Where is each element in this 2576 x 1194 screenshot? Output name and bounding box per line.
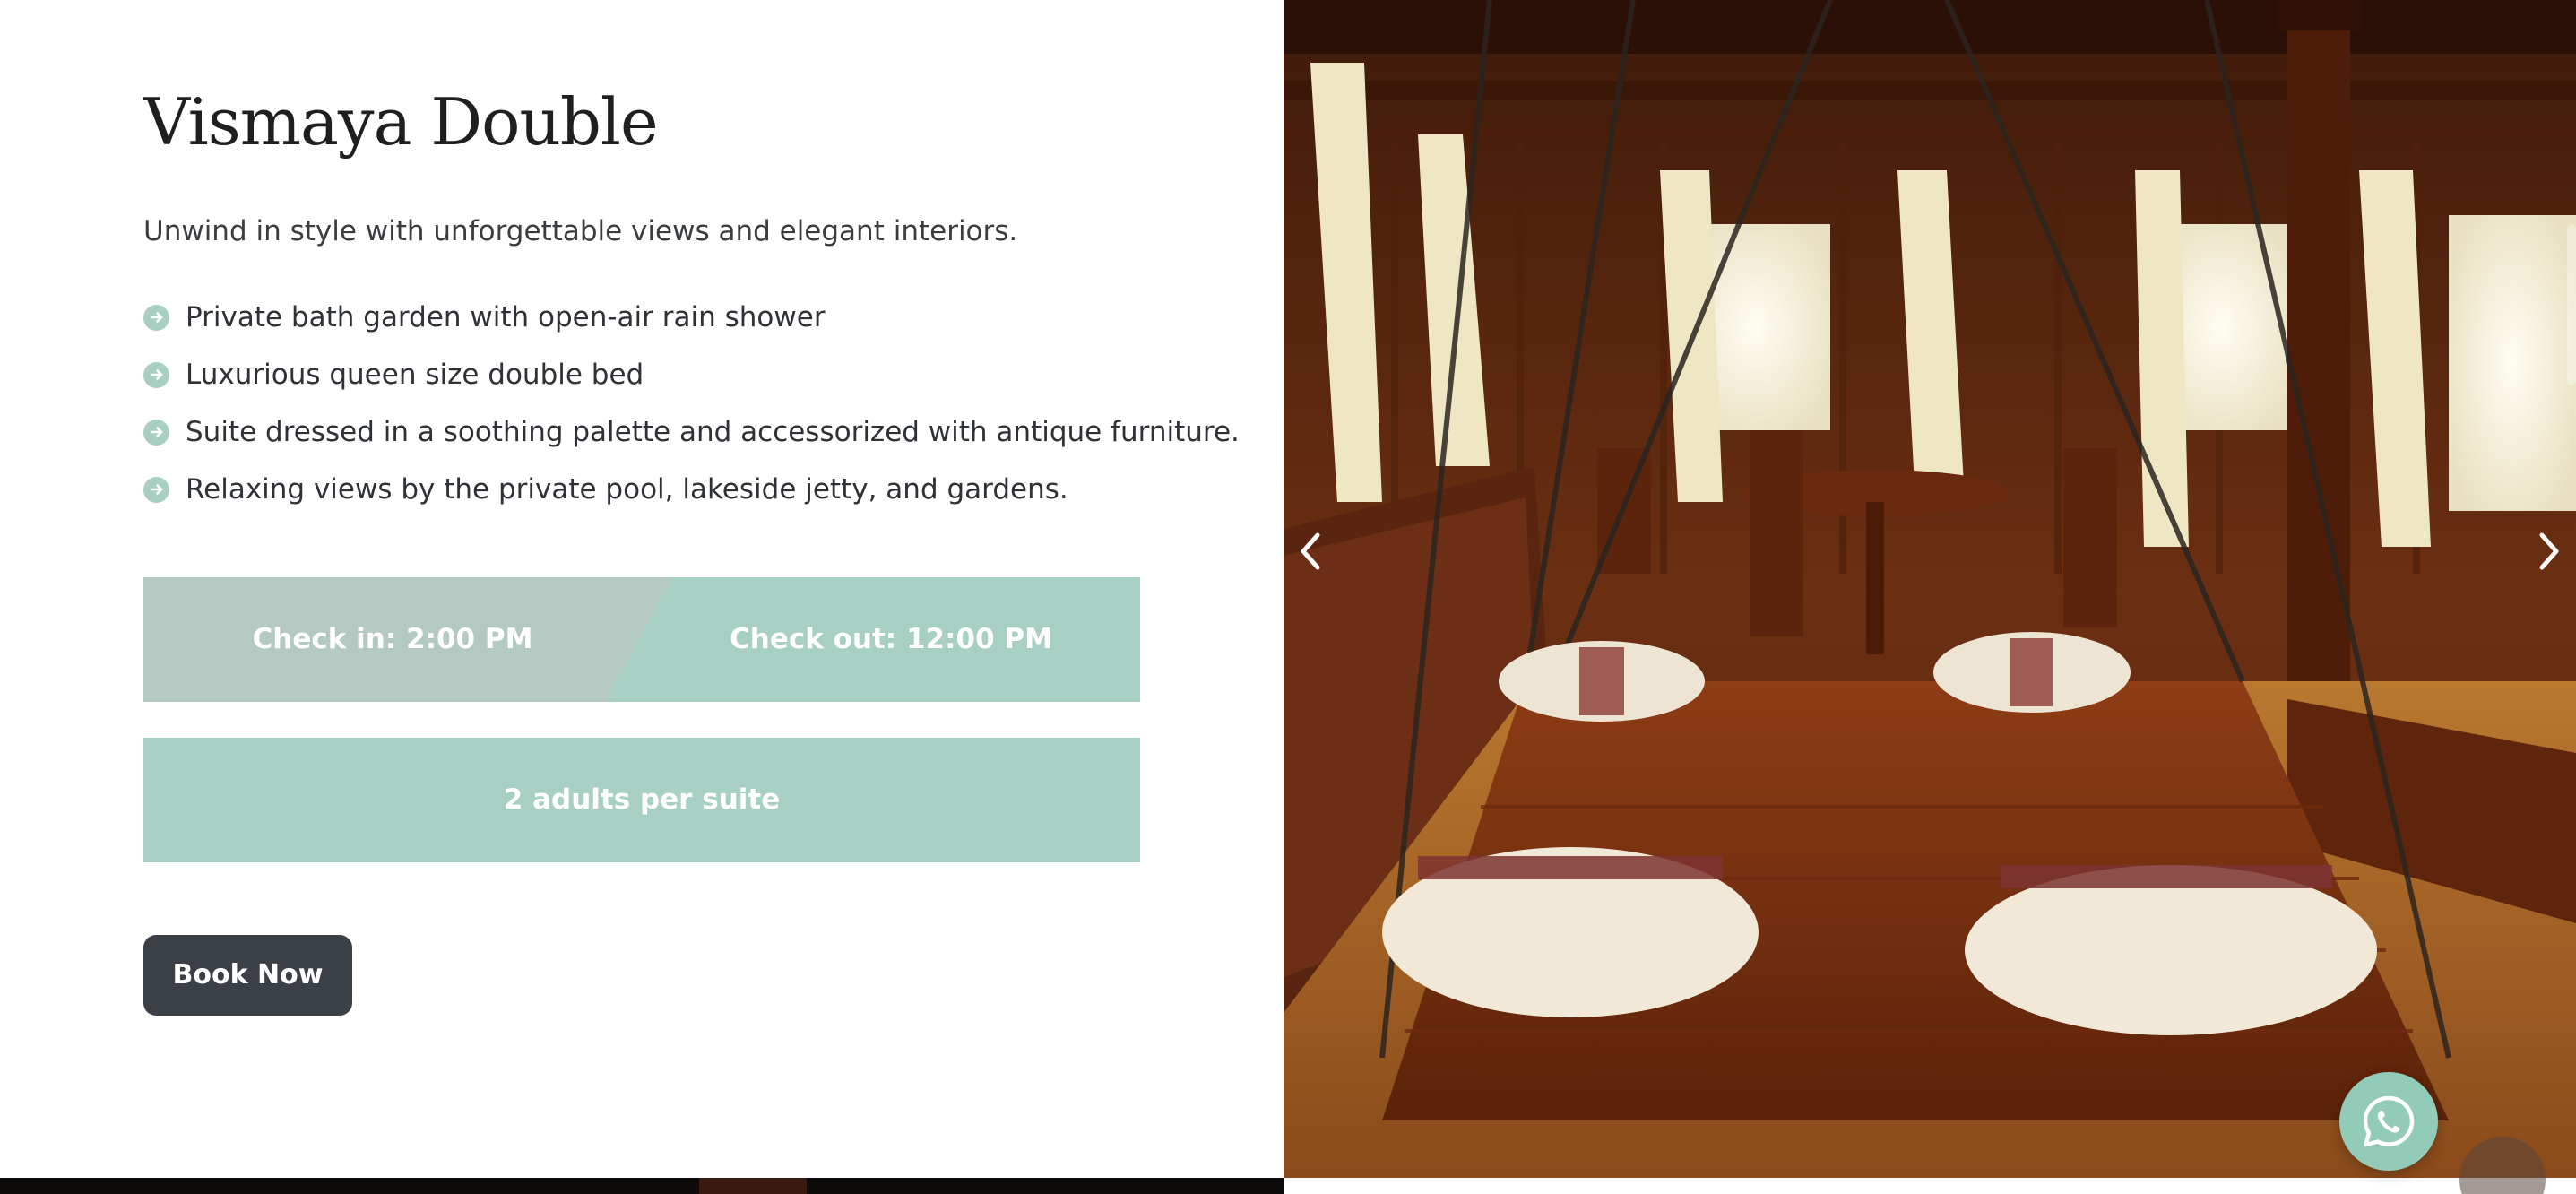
room-title: Vismaya Double xyxy=(143,84,659,160)
room-photo-slider xyxy=(1284,0,2576,1178)
whatsapp-icon xyxy=(2363,1095,2415,1147)
room-intro: Unwind in style with unforgettable views… xyxy=(143,215,1018,247)
next-section-edge xyxy=(0,1178,1284,1194)
feature-text: Luxurious queen size double bed xyxy=(186,359,644,391)
occupancy-bar: 2 adults per suite xyxy=(143,738,1140,862)
check-times-bar: Check in: 2:00 PM Check out: 12:00 PM xyxy=(143,577,1140,702)
book-now-button[interactable]: Book Now xyxy=(143,935,352,1016)
room-info-panel: Vismaya Double Unwind in style with unfo… xyxy=(0,0,1284,1178)
feature-item: Luxurious queen size double bed xyxy=(143,346,1240,403)
check-in-time: Check in: 2:00 PM xyxy=(252,623,533,655)
slider-next-button[interactable] xyxy=(2522,520,2576,583)
slider-prev-button[interactable] xyxy=(1284,520,1337,583)
arrow-circle-icon xyxy=(143,476,169,503)
feature-item: Suite dressed in a soothing palette and … xyxy=(143,403,1240,461)
feature-list: Private bath garden with open-air rain s… xyxy=(143,289,1240,518)
chevron-right-icon xyxy=(2539,532,2559,570)
check-out-time: Check out: 12:00 PM xyxy=(729,623,1053,655)
feature-item: Relaxing views by the private pool, lake… xyxy=(143,461,1240,518)
slider-edge-strip xyxy=(2567,224,2576,385)
arrow-circle-icon xyxy=(143,361,169,388)
feature-text: Suite dressed in a soothing palette and … xyxy=(186,416,1240,448)
arrow-circle-icon xyxy=(143,304,169,331)
whatsapp-chat-button[interactable] xyxy=(2339,1072,2438,1171)
feature-text: Relaxing views by the private pool, lake… xyxy=(186,473,1068,506)
room-detail-page: Vismaya Double Unwind in style with unfo… xyxy=(0,0,2576,1194)
room-photo xyxy=(1284,0,2576,1178)
chevron-left-icon xyxy=(1301,532,1320,570)
feature-item: Private bath garden with open-air rain s… xyxy=(143,289,1240,346)
feature-text: Private bath garden with open-air rain s… xyxy=(186,301,826,333)
next-section-image-edge xyxy=(699,1178,807,1194)
arrow-circle-icon xyxy=(143,419,169,446)
page-gutter xyxy=(1284,1178,2576,1194)
